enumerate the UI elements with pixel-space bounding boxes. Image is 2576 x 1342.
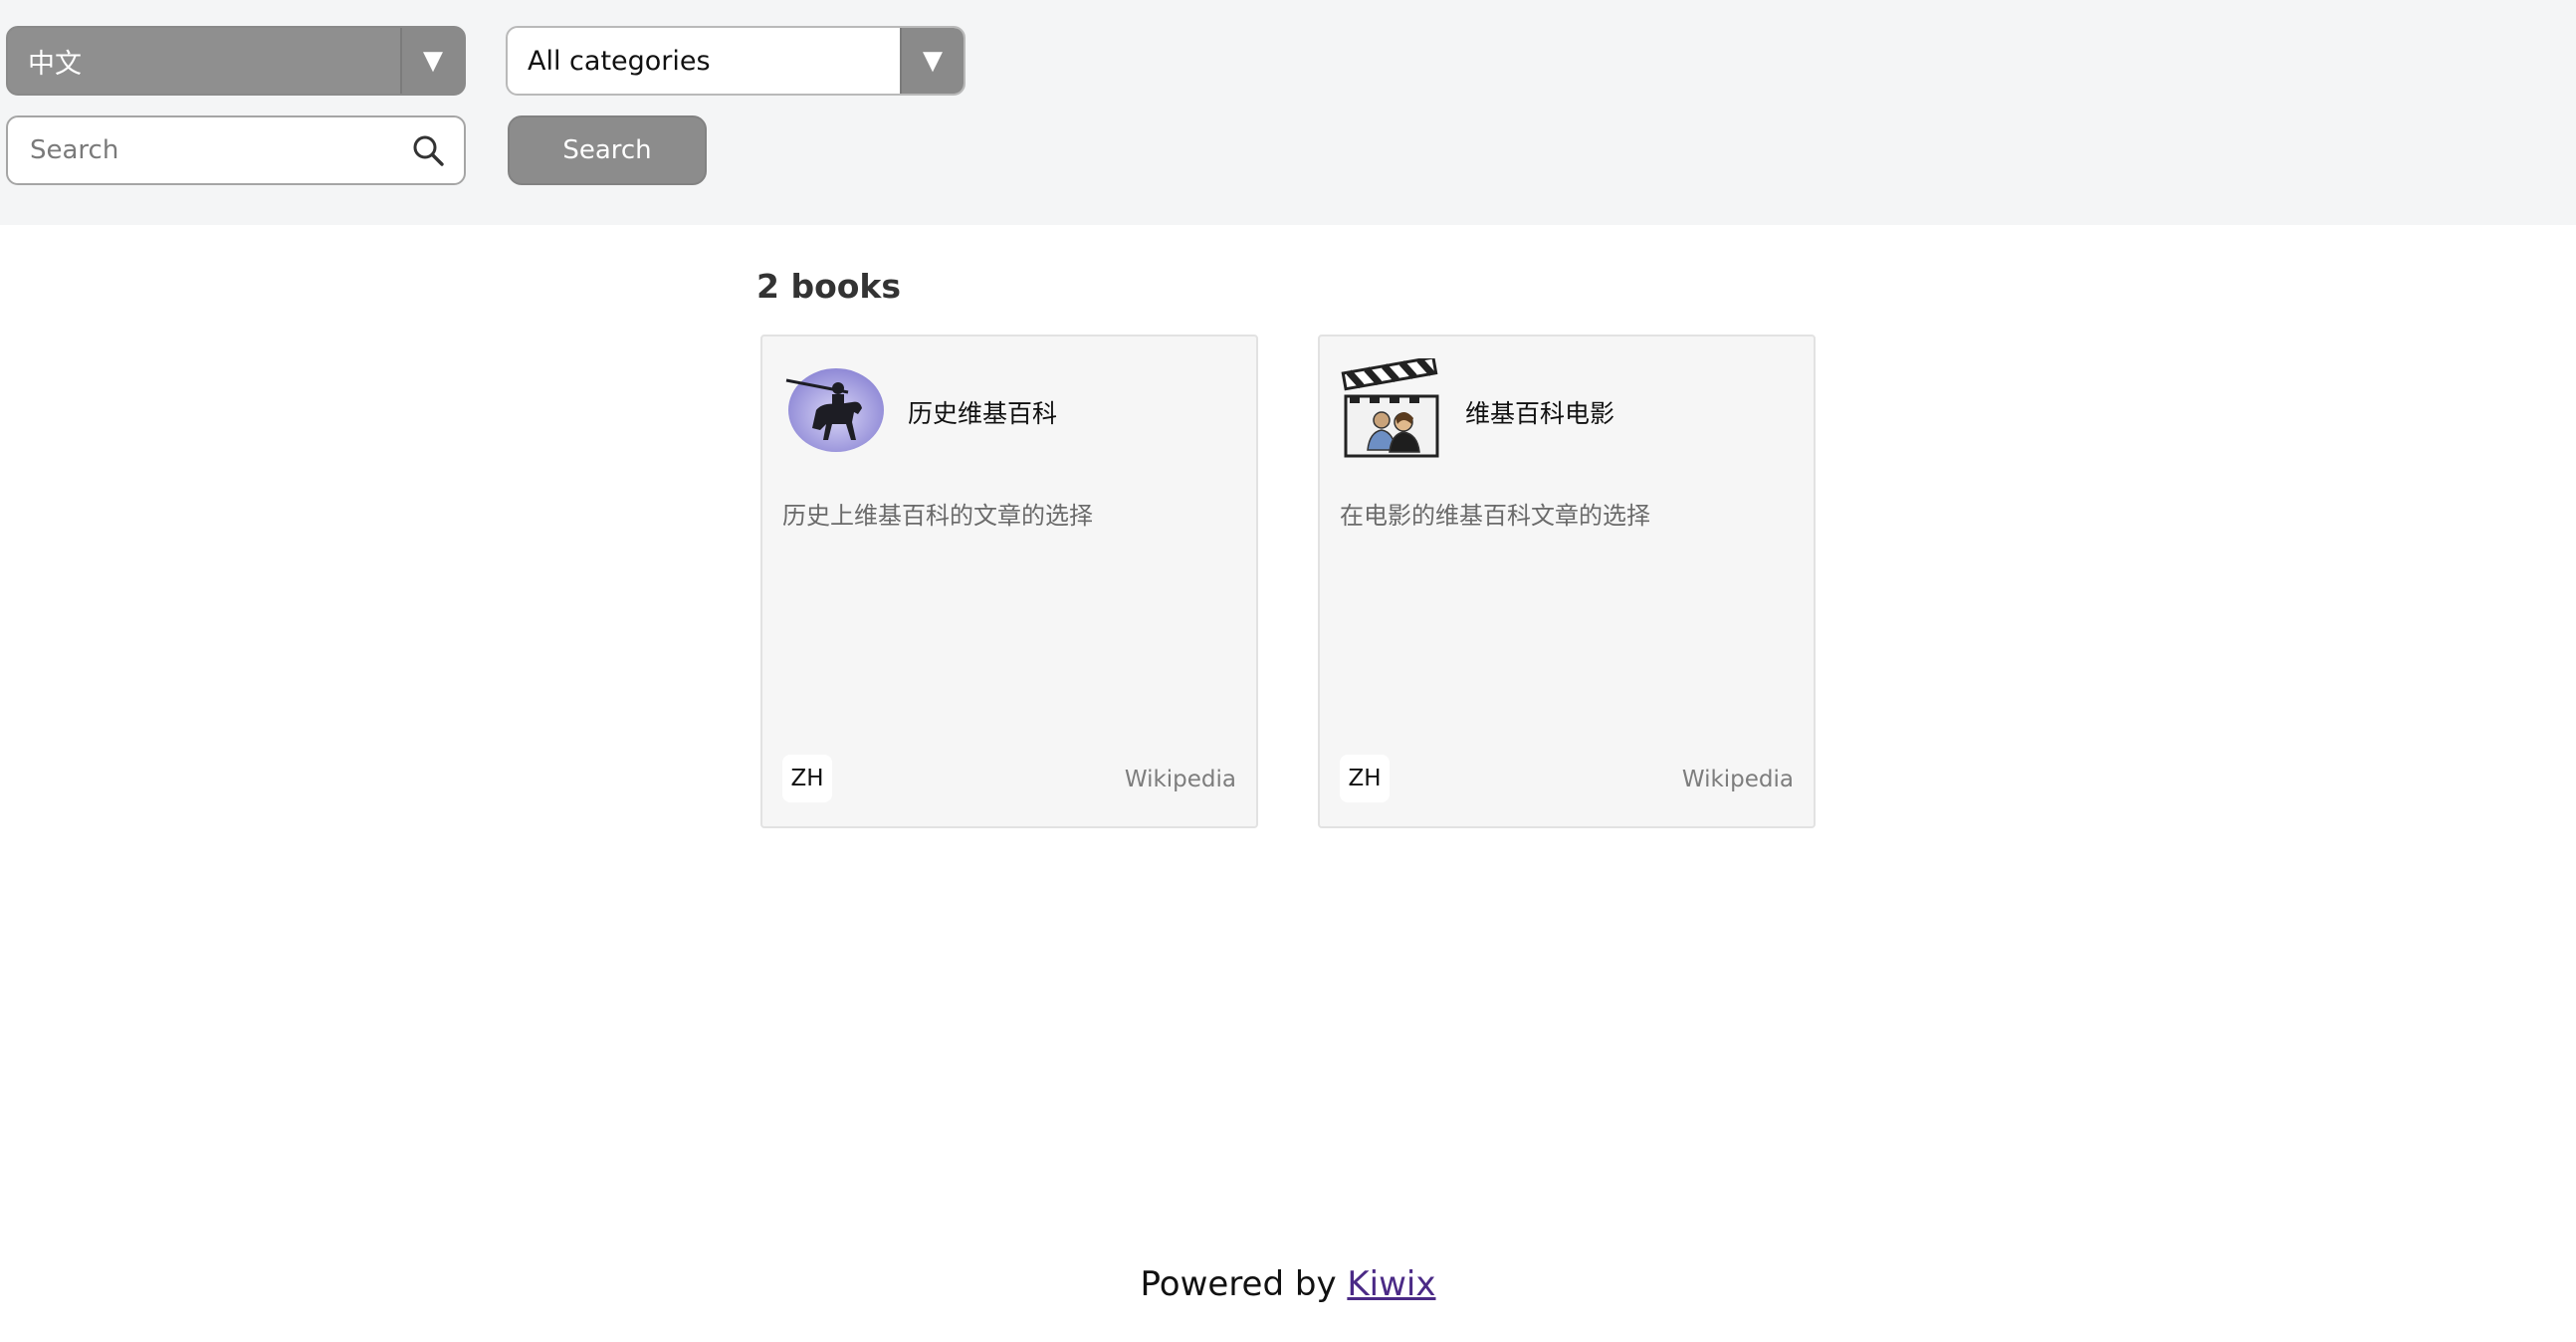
book-title[interactable]: 维基百科电影	[1465, 394, 1614, 430]
kiwix-link[interactable]: Kiwix	[1347, 1264, 1435, 1304]
book-description: 在电影的维基百科文章的选择	[1340, 502, 1650, 530]
film-clapperboard-icon	[1340, 355, 1443, 462]
book-publisher: Wikipedia	[1681, 767, 1794, 792]
search-input[interactable]	[28, 134, 408, 166]
horseman-statue-icon	[782, 358, 886, 462]
book-description: 历史上维基百科的文章的选择	[782, 502, 1093, 530]
language-select[interactable]: 中文 ▼	[6, 26, 466, 96]
book-card[interactable]: 维基百科电影 在电影的维基百科文章的选择 ZH Wikipedia	[1318, 335, 1816, 828]
language-select-value: 中文	[28, 48, 82, 80]
search-button[interactable]: Search	[508, 115, 707, 185]
language-badge: ZH	[782, 755, 832, 802]
powered-by-text: Powered by	[1140, 1264, 1348, 1304]
search-icon[interactable]	[408, 130, 448, 170]
language-badge: ZH	[1340, 755, 1390, 802]
footer: Powered by Kiwix	[0, 1264, 2576, 1304]
category-select[interactable]: All categories ▼	[506, 26, 966, 96]
chevron-down-icon[interactable]: ▼	[900, 28, 964, 94]
book-publisher: Wikipedia	[1124, 767, 1236, 792]
book-title[interactable]: 历史维基百科	[908, 394, 1057, 430]
search-field[interactable]	[6, 115, 466, 185]
filter-bar: 中文 ▼ All categories ▼ Search	[0, 0, 2576, 225]
results-count: 2 books	[756, 267, 902, 306]
category-select-value: All categories	[528, 45, 711, 77]
book-card[interactable]: 历史维基百科 历史上维基百科的文章的选择 ZH Wikipedia	[760, 335, 1258, 828]
chevron-down-icon[interactable]: ▼	[400, 28, 464, 94]
